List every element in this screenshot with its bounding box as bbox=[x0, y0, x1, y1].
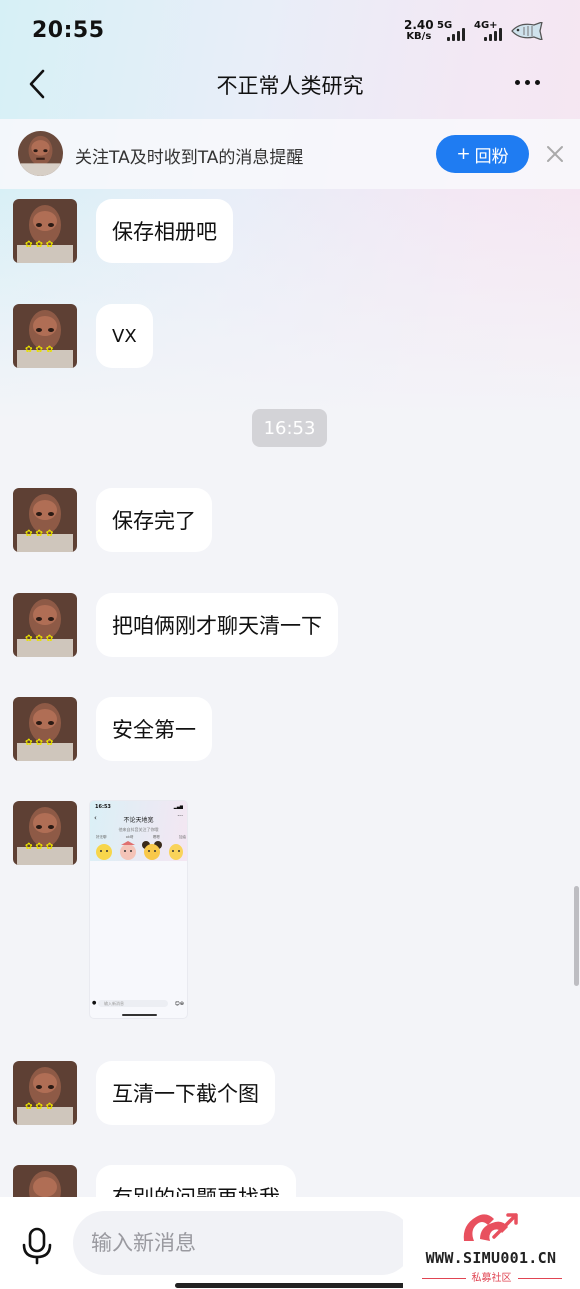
message-bubble[interactable]: 保存相册吧 bbox=[96, 199, 233, 263]
more-dots-icon[interactable] bbox=[515, 70, 551, 94]
network-speed: 2.40 KB/s bbox=[404, 18, 434, 42]
thumbnail-stickers bbox=[94, 839, 186, 861]
svg-text:✿ ✿ ✿: ✿ ✿ ✿ bbox=[25, 634, 54, 644]
network-speed-value: 2.40 bbox=[404, 18, 434, 32]
microphone-icon[interactable] bbox=[20, 1227, 54, 1265]
follow-banner: 关注TA及时收到TA的消息提醒 + 回粉 bbox=[0, 119, 580, 189]
avatar[interactable]: ✿ ✿ ✿ bbox=[13, 1061, 77, 1125]
avatar[interactable] bbox=[18, 131, 63, 176]
thumbnail-home-indicator bbox=[122, 1014, 157, 1016]
network-speed-unit: KB/s bbox=[406, 31, 432, 42]
svg-text:✿ ✿ ✿: ✿ ✿ ✿ bbox=[25, 1102, 54, 1112]
close-icon[interactable] bbox=[544, 143, 566, 165]
sticker-icon bbox=[166, 839, 186, 861]
svg-text:✿ ✿ ✿: ✿ ✿ ✿ bbox=[25, 842, 54, 852]
signal-bars-icon bbox=[484, 28, 502, 41]
message-bubble[interactable]: 保存完了 bbox=[96, 488, 212, 552]
thumbnail-mic-icon: ● bbox=[92, 1000, 97, 1006]
home-indicator bbox=[175, 1283, 405, 1288]
svg-text:✿ ✿ ✿: ✿ ✿ ✿ bbox=[25, 529, 54, 539]
scrollbar[interactable] bbox=[574, 886, 579, 986]
thumbnail-emoji-icon: ☺⊕ bbox=[174, 1001, 184, 1007]
watermark-site: WWW.SIMU001.CN bbox=[425, 1249, 557, 1267]
avatar-image: ✿ ✿ ✿ bbox=[13, 304, 77, 368]
avatar[interactable]: ✿ ✿ ✿ bbox=[13, 801, 77, 865]
message-bubble[interactable]: 互清一下截个图 bbox=[96, 1061, 275, 1125]
avatar-image: ✿ ✿ ✿ bbox=[13, 697, 77, 761]
watermark-logo-icon bbox=[463, 1213, 518, 1241]
avatar[interactable]: ✿ ✿ ✿ bbox=[13, 697, 77, 761]
avatar-image: ✿ ✿ ✿ bbox=[13, 488, 77, 552]
message-bubble[interactable]: 把咱俩刚才聊天清一下 bbox=[96, 593, 338, 657]
sticker-icon bbox=[94, 839, 114, 861]
svg-text:✿ ✿ ✿: ✿ ✿ ✿ bbox=[25, 240, 54, 250]
avatar-image: ✿ ✿ ✿ bbox=[13, 593, 77, 657]
sticker-icon bbox=[142, 839, 162, 861]
battery-fish-icon bbox=[511, 22, 543, 40]
nav-bar: 不正常人类研究 bbox=[0, 60, 580, 112]
message-bubble[interactable]: VX bbox=[96, 304, 153, 368]
thumbnail-title: 不论天地宽 bbox=[123, 817, 154, 824]
thumbnail-time: 16:53 bbox=[95, 804, 111, 810]
svg-text:✿ ✿ ✿: ✿ ✿ ✿ bbox=[25, 345, 54, 355]
watermark-subtitle: 私募社区 bbox=[403, 1269, 580, 1284]
image-message[interactable]: 16:53 ▂▄▆ ‹ 不论天地宽 ··· 他来自抖音关注了你哦 好无聊 ok呀… bbox=[89, 800, 188, 1019]
plus-icon: + bbox=[456, 144, 471, 164]
avatar-image: ✿ ✿ ✿ bbox=[13, 199, 77, 263]
message-input[interactable] bbox=[73, 1211, 413, 1275]
signal-bars-icon bbox=[447, 28, 465, 41]
follow-back-label: 回粉 bbox=[474, 146, 509, 167]
thumbnail-status-icons: ▂▄▆ bbox=[173, 804, 183, 809]
chat-title: 不正常人类研究 bbox=[216, 74, 364, 98]
avatar-image: ✿ ✿ ✿ bbox=[13, 801, 77, 865]
avatar[interactable]: ✿ ✿ ✿ bbox=[13, 199, 77, 263]
watermark: WWW.SIMU001.CN 私募社区 bbox=[403, 1205, 580, 1289]
sticker-icon bbox=[118, 839, 138, 861]
time-divider: 16:53 bbox=[252, 409, 327, 447]
avatar[interactable]: ✿ ✿ ✿ bbox=[13, 593, 77, 657]
avatar[interactable]: ✿ ✿ ✿ bbox=[13, 488, 77, 552]
status-bar: 20:55 2.40 KB/s 5G 4G+ bbox=[0, 0, 580, 60]
thumbnail-tip: 他来自抖音关注了你哦 bbox=[118, 827, 159, 832]
message-bubble[interactable]: 安全第一 bbox=[96, 697, 212, 761]
avatar-image bbox=[18, 131, 63, 176]
thumbnail-more-icon: ··· bbox=[177, 813, 183, 820]
thumbnail-input: 输入新消息 bbox=[98, 1000, 168, 1007]
avatar-image: ✿ ✿ ✿ bbox=[13, 1061, 77, 1125]
follow-back-button[interactable]: + 回粉 bbox=[436, 135, 529, 173]
status-time: 20:55 bbox=[32, 18, 105, 43]
avatar[interactable]: ✿ ✿ ✿ bbox=[13, 304, 77, 368]
svg-text:✿ ✿ ✿: ✿ ✿ ✿ bbox=[25, 738, 54, 748]
follow-prompt: 关注TA及时收到TA的消息提醒 bbox=[75, 148, 304, 168]
